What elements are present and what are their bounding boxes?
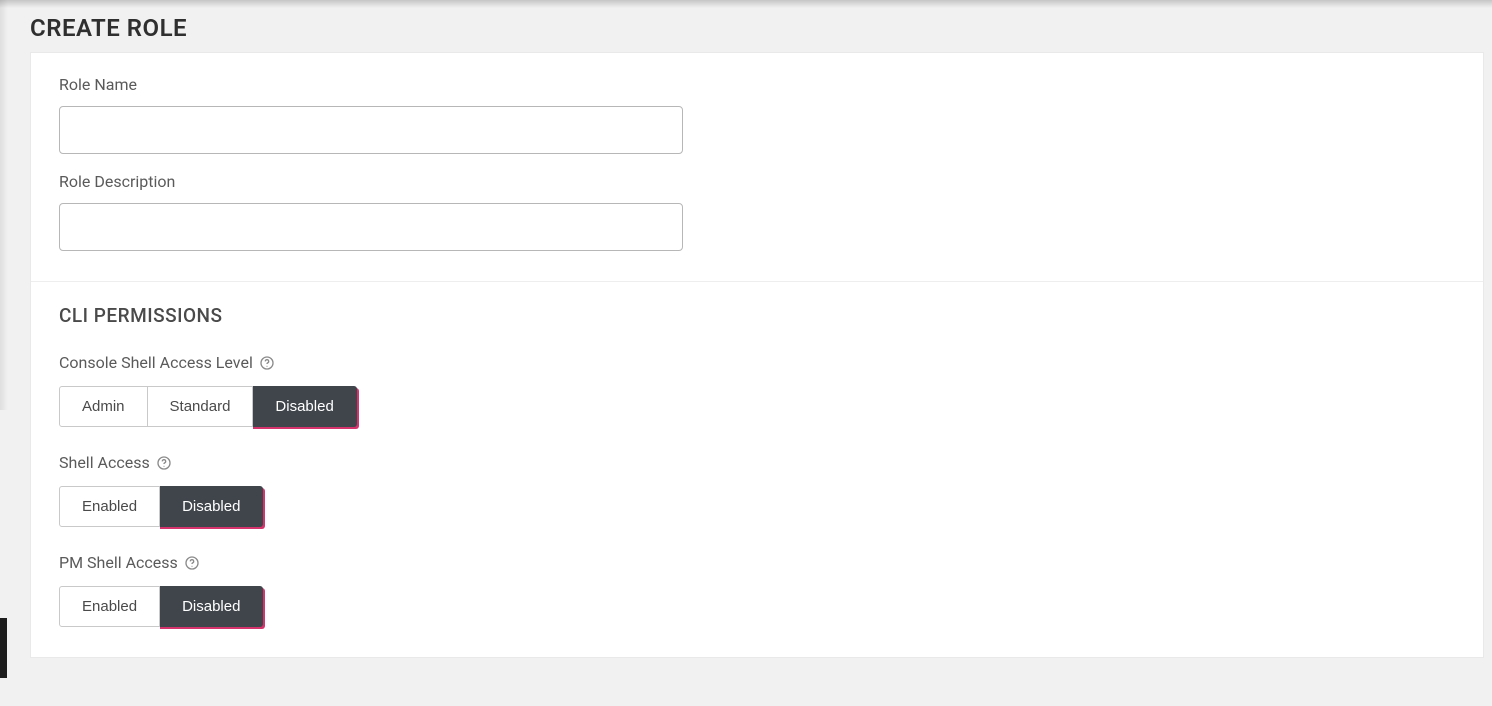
shell-access-label: Shell Access	[59, 453, 150, 472]
pm-shell-group: PM Shell Access Enabled Disabled	[59, 553, 1455, 627]
help-icon[interactable]	[156, 455, 172, 471]
console-shell-label: Console Shell Access Level	[59, 353, 253, 372]
role-name-group: Role Name	[59, 75, 1455, 154]
shell-access-disabled-button[interactable]: Disabled	[160, 486, 263, 527]
left-rail-stub	[0, 618, 7, 678]
role-name-label: Role Name	[59, 75, 1455, 94]
console-shell-segmented: Admin Standard Disabled	[59, 386, 357, 427]
role-name-input[interactable]	[59, 106, 683, 154]
help-icon[interactable]	[259, 355, 275, 371]
role-desc-input[interactable]	[59, 203, 683, 251]
pm-shell-enabled-button[interactable]: Enabled	[59, 586, 160, 627]
pm-shell-label-row: PM Shell Access	[59, 553, 1455, 572]
create-role-panel: Role Name Role Description CLI PERMISSIO…	[30, 52, 1484, 658]
pm-shell-label: PM Shell Access	[59, 553, 178, 572]
console-shell-disabled-button[interactable]: Disabled	[253, 386, 356, 427]
left-shadow	[0, 0, 8, 410]
console-shell-group: Console Shell Access Level Admin Standar…	[59, 353, 1455, 427]
shell-access-enabled-button[interactable]: Enabled	[59, 486, 160, 527]
role-basic-section: Role Name Role Description	[31, 53, 1483, 281]
help-icon[interactable]	[184, 555, 200, 571]
role-desc-label: Role Description	[59, 172, 1455, 191]
console-shell-standard-button[interactable]: Standard	[148, 386, 254, 427]
cli-permissions-heading: CLI PERMISSIONS	[59, 304, 1455, 327]
page-title: CREATE ROLE	[8, 0, 1492, 52]
role-desc-group: Role Description	[59, 172, 1455, 251]
shell-access-segmented: Enabled Disabled	[59, 486, 263, 527]
shell-access-label-row: Shell Access	[59, 453, 1455, 472]
console-shell-admin-button[interactable]: Admin	[59, 386, 148, 427]
pm-shell-disabled-button[interactable]: Disabled	[160, 586, 263, 627]
console-shell-label-row: Console Shell Access Level	[59, 353, 1455, 372]
pm-shell-segmented: Enabled Disabled	[59, 586, 263, 627]
cli-permissions-section: CLI PERMISSIONS Console Shell Access Lev…	[31, 281, 1483, 657]
shell-access-group: Shell Access Enabled Disabled	[59, 453, 1455, 527]
